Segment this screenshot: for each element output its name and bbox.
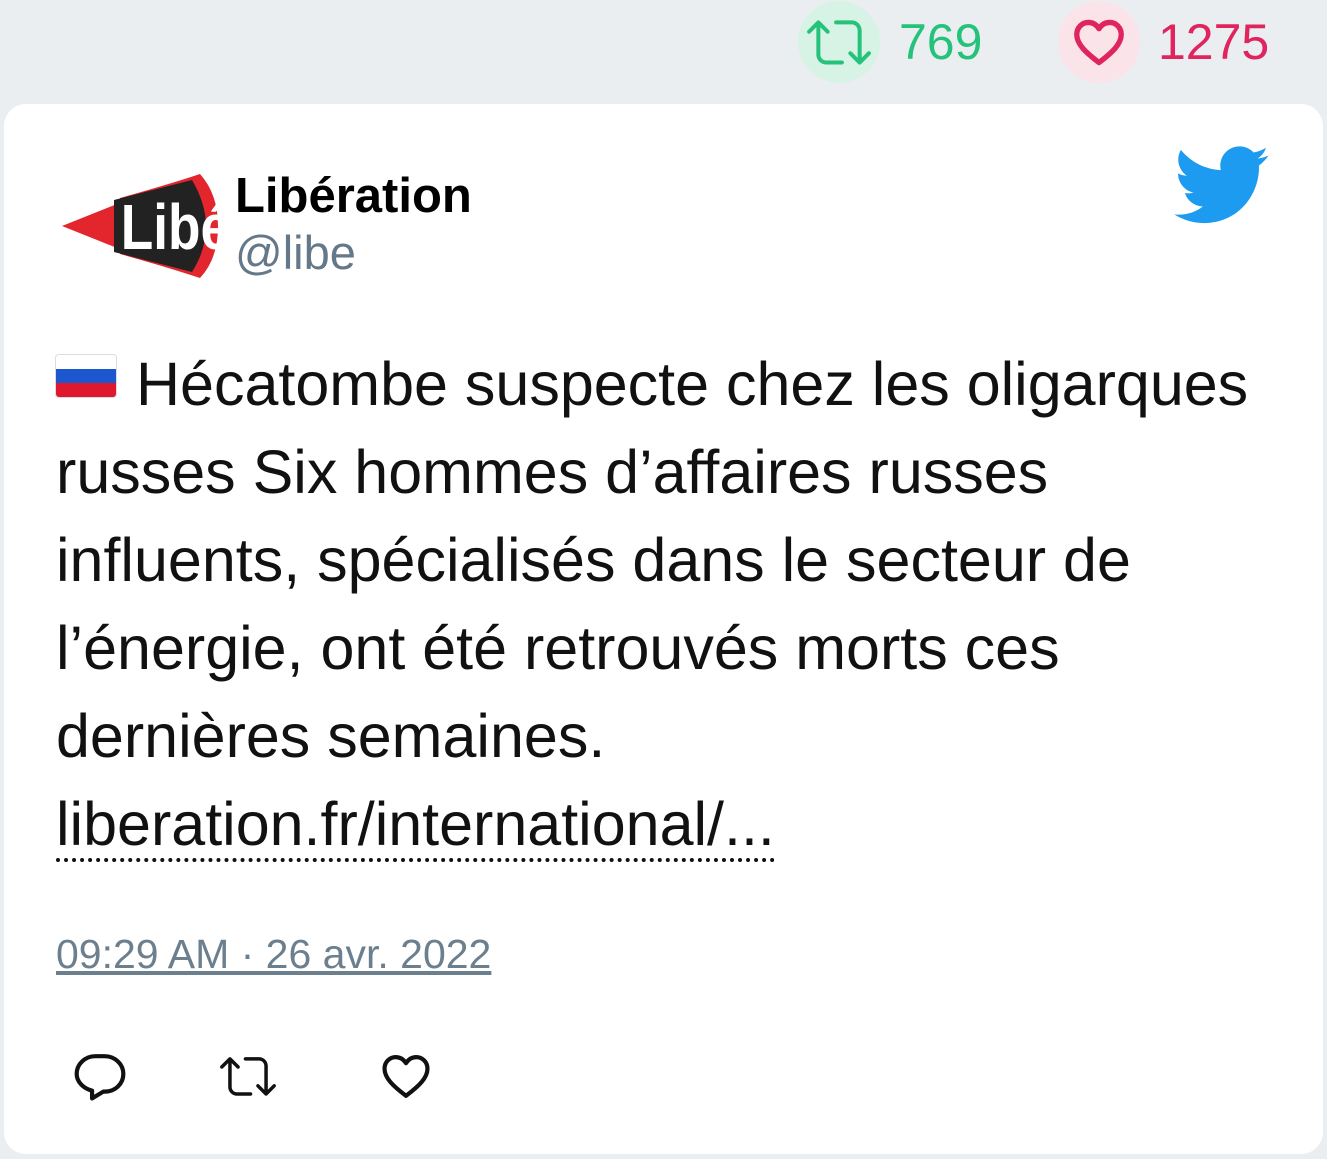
tweet-text: Hécatombe suspecte chez les oligarques r… bbox=[56, 350, 1249, 770]
twitter-bird-icon[interactable] bbox=[1174, 146, 1270, 226]
tweet-timestamp[interactable]: 09:29 AM · 26 avr. 2022 bbox=[56, 930, 491, 978]
reply-icon[interactable] bbox=[72, 1048, 128, 1104]
tweet-stats: 769 1275 bbox=[0, 0, 1327, 90]
retweet-icon[interactable] bbox=[220, 1048, 276, 1104]
retweet-count: 769 bbox=[899, 14, 983, 70]
svg-text:Libé: Libé bbox=[121, 191, 224, 263]
heart-icon bbox=[1074, 19, 1124, 66]
author-name[interactable]: Libération bbox=[235, 168, 472, 224]
retweet-count-icon bbox=[798, 1, 880, 83]
author-handle[interactable]: @libe bbox=[235, 226, 356, 280]
article-link[interactable]: liberation.fr/international/... bbox=[56, 790, 775, 862]
tweet-body: Hécatombe suspecte chez les oligarques r… bbox=[56, 340, 1286, 868]
liberation-logo-avatar[interactable]: Libé bbox=[60, 164, 224, 288]
heart-icon[interactable] bbox=[378, 1048, 434, 1104]
tweet-card: Libé Libération @libe Hécatombe suspecte… bbox=[4, 104, 1323, 1154]
like-count-icon bbox=[1058, 1, 1140, 83]
like-count: 1275 bbox=[1158, 14, 1270, 70]
russia-flag-icon bbox=[56, 355, 116, 397]
retweet-icon bbox=[807, 20, 871, 65]
